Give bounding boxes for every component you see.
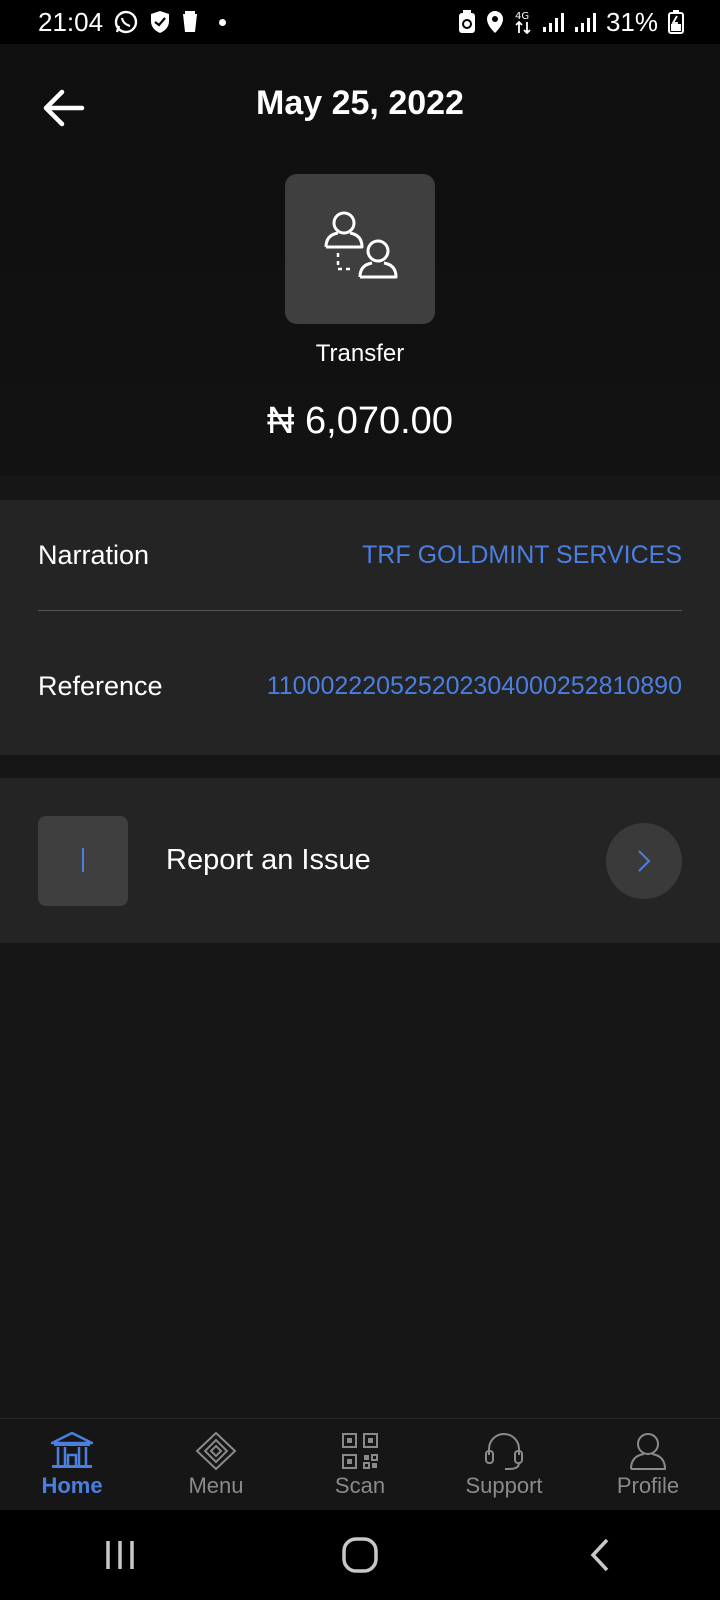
transfer-users-icon <box>324 211 398 279</box>
page-title: May 25, 2022 <box>256 84 464 122</box>
transaction-details-card: Narration TRF GOLDMINT SERVICES Referenc… <box>0 500 720 755</box>
nav-menu-label: Menu <box>188 1472 244 1498</box>
transaction-type: Transfer <box>315 340 405 367</box>
nav-scan[interactable]: Scan <box>295 1431 425 1499</box>
nav-scan-label: Scan <box>334 1472 386 1498</box>
report-icon-box <box>38 815 128 906</box>
report-issue-label: Report an Issue <box>166 844 371 876</box>
recent-apps-button[interactable] <box>60 1520 180 1590</box>
status-bar-right: 4G 31% <box>458 7 684 38</box>
transaction-header: May 25, 2022 Transfer ₦ 6,070.00 <box>0 44 720 476</box>
notification-dot-icon <box>219 18 227 26</box>
reference-value: 110002220525202304000252810890 <box>266 672 682 700</box>
nav-menu[interactable]: Menu <box>151 1431 281 1499</box>
home-system-button[interactable] <box>300 1520 420 1590</box>
transaction-icon-box <box>285 174 435 324</box>
transaction-amount: ₦ 6,070.00 <box>267 400 453 442</box>
report-issue-button[interactable]: Report an Issue <box>0 778 720 943</box>
nav-home-label: Home <box>41 1472 103 1498</box>
cup-icon <box>181 11 199 33</box>
status-time: 21:04 <box>38 6 104 37</box>
narration-label: Narration <box>38 539 150 570</box>
narration-row: Narration TRF GOLDMINT SERVICES <box>38 532 682 578</box>
nav-profile[interactable]: Profile <box>583 1431 713 1499</box>
recent-apps-icon <box>106 1541 134 1569</box>
narration-value: TRF GOLDMINT SERVICES <box>362 540 682 569</box>
qr-code-icon <box>342 1432 378 1469</box>
divider <box>38 610 682 611</box>
transaction-detail-screen: 21:04 4G 31% May 25, 2022 Transfer ₦ 6,0… <box>0 0 720 1600</box>
user-icon <box>630 1432 666 1470</box>
back-system-button[interactable] <box>540 1520 660 1590</box>
battery-percentage: 31% <box>605 6 658 37</box>
nav-home[interactable]: Home <box>7 1431 137 1499</box>
status-bar-left: 21:04 <box>38 6 227 38</box>
network-4g-icon: 4G <box>514 9 532 35</box>
battery-charging-icon <box>668 10 684 34</box>
reference-label: Reference <box>38 670 163 701</box>
whatsapp-icon <box>113 9 139 35</box>
reference-row: Reference 110002220525202304000252810890 <box>38 648 682 724</box>
chevron-right-icon <box>638 849 651 872</box>
signal-icon <box>574 11 596 33</box>
report-arrow-button[interactable] <box>606 822 682 899</box>
nav-support-label: Support <box>465 1472 543 1498</box>
signal-icon <box>542 11 564 33</box>
data-saver-icon <box>458 10 476 34</box>
system-navigation-bar <box>0 1510 720 1600</box>
back-chevron-icon <box>590 1538 609 1572</box>
nav-support[interactable]: Support <box>439 1431 569 1499</box>
exclamation-icon <box>82 847 84 872</box>
svg-text:4G: 4G <box>515 11 529 22</box>
shield-icon <box>149 10 171 34</box>
home-circle-icon <box>342 1537 378 1573</box>
bank-icon <box>50 1431 94 1468</box>
headset-icon <box>485 1432 523 1470</box>
nav-profile-label: Profile <box>616 1472 680 1498</box>
status-bar: 21:04 4G 31% <box>0 0 720 44</box>
bottom-navigation: Home Menu Scan Support Profile <box>0 1418 720 1510</box>
diamond-menu-icon <box>195 1431 237 1470</box>
location-icon <box>486 10 504 34</box>
